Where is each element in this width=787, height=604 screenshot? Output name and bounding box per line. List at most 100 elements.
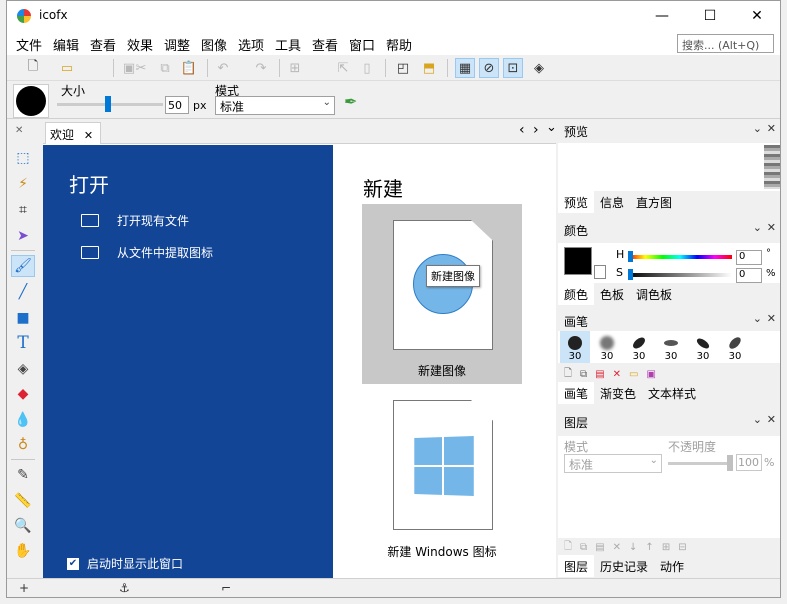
ruler-tool-icon[interactable]: 📏 (11, 490, 35, 512)
layers-opacity-slider[interactable] (668, 462, 732, 465)
secondary-color-swatch[interactable] (594, 265, 606, 279)
menu-window[interactable]: 窗口 (349, 35, 375, 54)
import-icon[interactable]: ⬒ (419, 58, 439, 78)
menu-adjust[interactable]: 调整 (164, 35, 190, 54)
chevron-down-icon[interactable]: ⌄ (753, 122, 762, 135)
delete-brush-icon[interactable]: ✕ (613, 369, 621, 380)
hue-slider-thumb[interactable] (628, 251, 633, 262)
tab-next-icon[interactable]: › (533, 122, 539, 138)
tab-gradients[interactable]: 渐变色 (594, 382, 642, 404)
size-slider-thumb[interactable] (105, 96, 111, 112)
menu-file[interactable]: 文件 (16, 35, 42, 54)
close-button[interactable]: ✕ (734, 1, 780, 31)
menu-edit[interactable]: 编辑 (53, 35, 79, 54)
open-folder-icon[interactable]: ▭ (57, 58, 77, 78)
no-grid-icon[interactable]: ⊘ (479, 58, 499, 78)
mode-select[interactable]: 标准 ⌄ (215, 96, 335, 115)
pen-icon[interactable]: ✒ (344, 92, 357, 111)
copy-icon[interactable]: ⧉ (155, 58, 175, 78)
open-brush-icon[interactable]: ▭ (629, 369, 638, 380)
undo-icon[interactable]: ↶ (213, 58, 233, 78)
phone-icon[interactable]: ▯ (357, 58, 377, 78)
fill-tool-icon[interactable]: ◈ (11, 358, 35, 380)
pixel-grid-icon[interactable]: ⊡ (503, 58, 523, 78)
tab-preview[interactable]: 预览 (558, 191, 595, 213)
hue-input[interactable]: 0 (736, 250, 762, 265)
close-icon[interactable]: ✕ (767, 312, 776, 325)
windows-logo-icon[interactable]: ⊞ (285, 58, 305, 78)
close-icon[interactable]: ✕ (767, 122, 776, 135)
brush-preset[interactable]: 30 (560, 331, 590, 363)
apple-logo-icon[interactable] (309, 58, 329, 78)
new-file-icon[interactable]: 🗋 (23, 58, 43, 78)
eyedropper-tool-icon[interactable]: ✎ (11, 464, 35, 486)
dodge-tool-icon[interactable]: ♁ (11, 434, 35, 456)
move-tool-icon[interactable]: ➤ (11, 225, 35, 247)
close-icon[interactable]: ✕ (767, 413, 776, 426)
tab-brushes[interactable]: 画笔 (558, 382, 595, 404)
tab-prev-icon[interactable]: ‹ (519, 122, 525, 138)
brush-preset[interactable]: 30 (592, 331, 622, 363)
eraser-tool-icon[interactable]: ◆ (11, 383, 35, 405)
brush-preset[interactable]: 30 (656, 331, 686, 363)
line-tool-icon[interactable]: ╱ (11, 281, 35, 303)
tab-histogram[interactable]: 直方图 (630, 191, 678, 213)
menu-image[interactable]: 图像 (201, 35, 227, 54)
layers-opacity-input[interactable]: 100 (736, 454, 762, 471)
magic-wand-tool-icon[interactable]: ⚡ (11, 173, 35, 195)
new-windows-icon-button[interactable] (393, 400, 493, 530)
brush-tool-icon[interactable]: 🖌 (11, 255, 35, 277)
blur-tool-icon[interactable]: 💧 (11, 409, 35, 431)
menu-tools[interactable]: 工具 (275, 35, 301, 54)
chevron-down-icon[interactable]: ⌄ (753, 413, 762, 426)
layer-mask-icon[interactable]: ▤ (595, 542, 604, 553)
tab-history[interactable]: 历史记录 (594, 555, 654, 577)
hand-tool-icon[interactable]: ✋ (11, 540, 35, 562)
startup-checkbox[interactable]: ✔ (67, 557, 79, 570)
tab-actions[interactable]: 动作 (654, 555, 690, 577)
text-tool-icon[interactable]: T (11, 332, 35, 354)
add-icon[interactable]: + (19, 581, 29, 595)
primary-color-swatch[interactable] (564, 247, 592, 275)
brush-preset[interactable]: 30 (688, 331, 718, 363)
rectangle-tool-icon[interactable]: ■ (11, 307, 35, 329)
tab-text-styles[interactable]: 文本样式 (642, 382, 702, 404)
size-input[interactable]: 50 (165, 96, 189, 114)
close-icon[interactable]: ✕ (767, 221, 776, 234)
minimize-button[interactable]: — (639, 1, 685, 31)
menu-options[interactable]: 选项 (238, 35, 264, 54)
tab-menu-icon[interactable]: ⌄ (546, 120, 557, 135)
layer-up-icon[interactable]: ↑ (645, 542, 653, 553)
menu-view-2[interactable]: 查看 (312, 35, 338, 54)
selection-tool-icon[interactable]: ⬚ (11, 147, 35, 169)
chevron-down-icon[interactable]: ⌄ (753, 221, 762, 234)
flatten-layer-icon[interactable]: ⊟ (678, 542, 686, 553)
tab-palette[interactable]: 调色板 (630, 283, 678, 305)
tab-layers[interactable]: 图层 (558, 555, 595, 577)
checkerboard-icon[interactable]: ▦ (455, 58, 475, 78)
new-layer-icon[interactable]: 🗋 (564, 539, 572, 556)
duplicate-brush-icon[interactable]: ⧉ (580, 369, 587, 380)
merge-layer-icon[interactable]: ⊞ (662, 542, 670, 553)
cursor-icon[interactable]: ⇱ (333, 58, 353, 78)
search-input[interactable]: 搜索... (Alt+Q) (677, 34, 774, 53)
duplicate-layer-icon[interactable]: ⧉ (580, 542, 587, 553)
layers-opacity-thumb[interactable] (727, 455, 733, 471)
tab-info[interactable]: 信息 (594, 191, 630, 213)
new-brush-icon[interactable]: 🗋 (564, 366, 572, 383)
tab-swatches[interactable]: 色板 (594, 283, 630, 305)
palette-close-icon[interactable]: ✕ (15, 125, 23, 136)
saturation-slider[interactable] (628, 273, 732, 277)
delete-layer-icon[interactable]: ✕ (613, 542, 621, 553)
tab-close-icon[interactable]: ✕ (84, 129, 93, 142)
tab-welcome[interactable]: 欢迎 ✕ (45, 122, 101, 144)
zoom-tool-icon[interactable]: 🔍 (11, 515, 35, 537)
layer-down-icon[interactable]: ↓ (629, 542, 637, 553)
menu-help[interactable]: 帮助 (386, 35, 412, 54)
startup-checkbox-row[interactable]: ✔ 启动时显示此窗口 (67, 555, 183, 572)
menu-view[interactable]: 查看 (90, 35, 116, 54)
chevron-down-icon[interactable]: ⌄ (753, 312, 762, 325)
layers-mode-select[interactable]: 标准 ⌄ (564, 454, 662, 473)
frame-icon[interactable]: ◰ (393, 58, 413, 78)
paste-icon[interactable]: 📋 (179, 58, 199, 78)
